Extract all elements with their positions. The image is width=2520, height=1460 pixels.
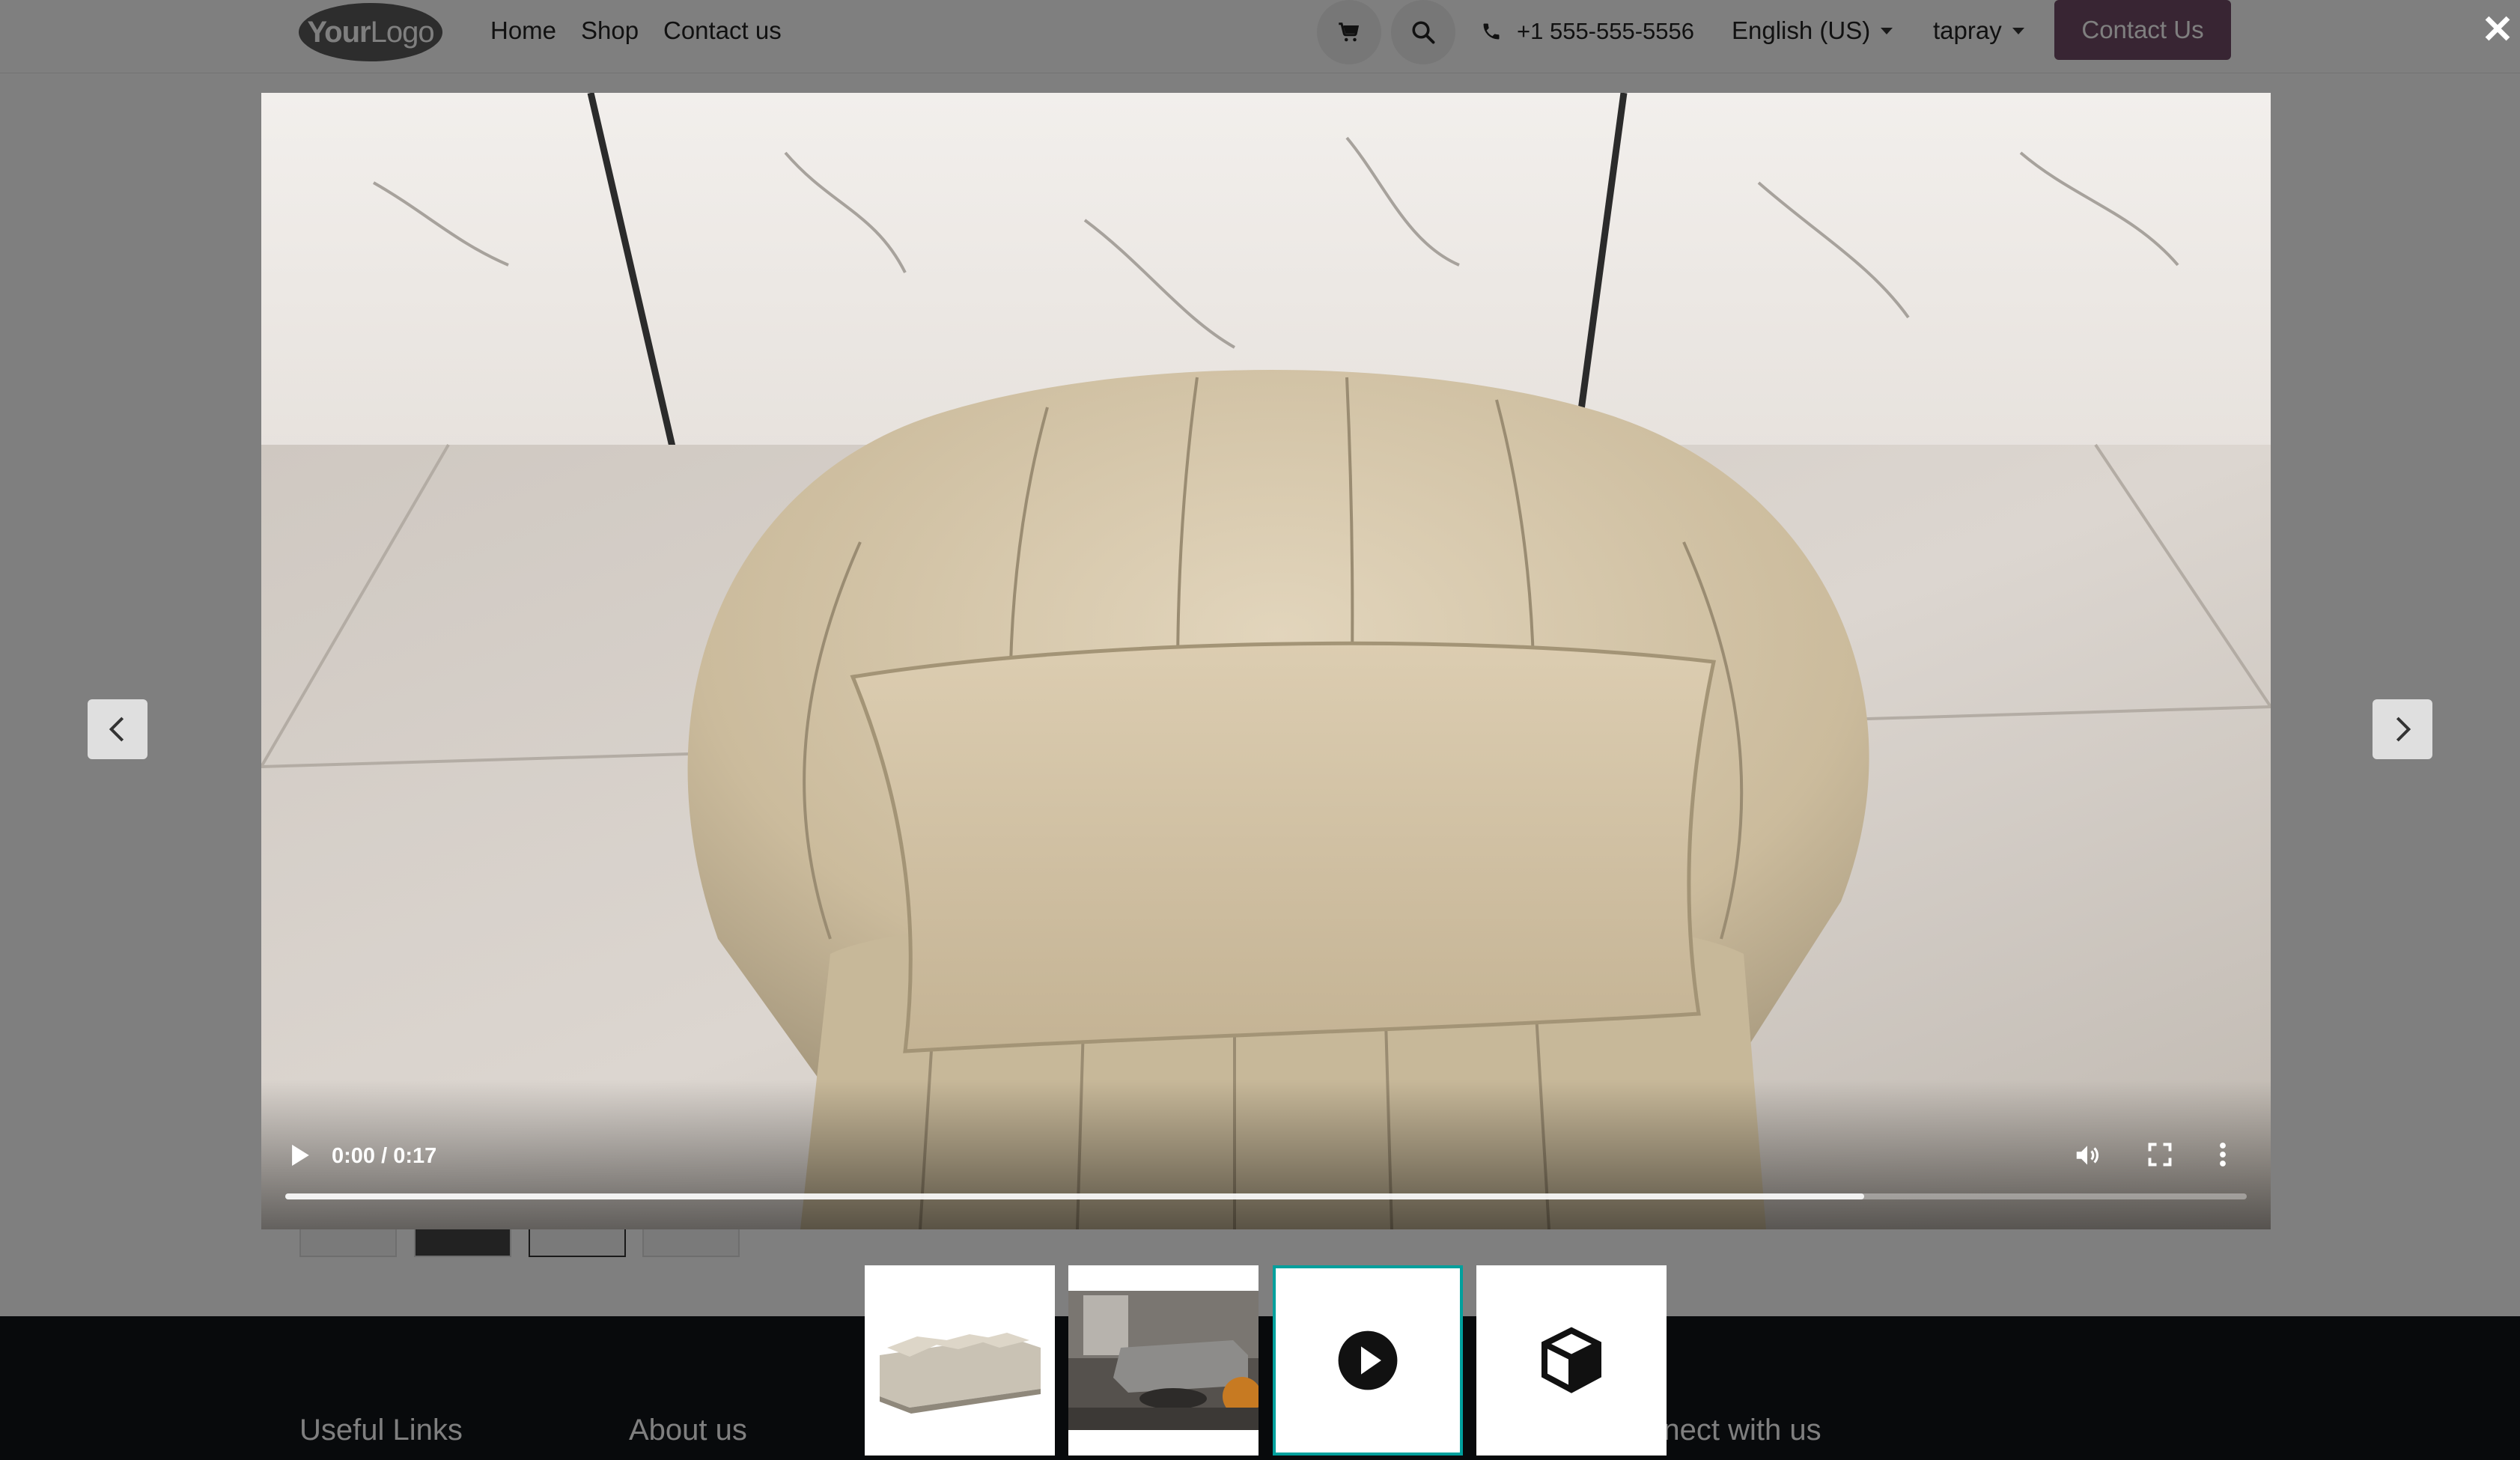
video-progress-bar[interactable]	[285, 1193, 2247, 1199]
video-time: 0:00 / 0:17	[332, 1144, 437, 1168]
thumbnail-living-room-photo[interactable]	[1068, 1265, 1259, 1456]
thumbnail-3d-model[interactable]	[1476, 1265, 1667, 1456]
close-icon[interactable]: ✕	[2481, 10, 2514, 49]
chevron-left-icon	[109, 717, 124, 742]
video-player[interactable]: 0:00 / 0:17	[261, 93, 2271, 1229]
thumbnail-video[interactable]	[1273, 1265, 1463, 1456]
video-frame-armchair	[261, 93, 2271, 1229]
volume-icon	[2076, 1146, 2099, 1165]
play-icon	[292, 1144, 309, 1167]
fullscreen-icon	[2148, 1143, 2172, 1167]
living-room-thumbnail-image	[1068, 1265, 1259, 1456]
thumbnail-3d-inner	[1476, 1265, 1667, 1456]
video-buffered-fill	[285, 1193, 1865, 1199]
cube-icon	[1541, 1327, 1601, 1393]
more-options-icon	[2220, 1143, 2226, 1167]
thumbnail-sofa-photo[interactable]	[865, 1265, 1055, 1456]
next-button[interactable]	[2373, 699, 2432, 759]
chevron-right-icon	[2396, 717, 2411, 742]
fullscreen-button[interactable]	[2146, 1141, 2173, 1172]
play-button[interactable]	[288, 1143, 311, 1172]
thumbnail-video-inner	[1276, 1268, 1460, 1453]
sofa-thumbnail-image	[865, 1265, 1055, 1456]
play-circle-icon	[1338, 1330, 1398, 1390]
prev-button[interactable]	[88, 699, 147, 759]
more-options-button[interactable]	[2218, 1141, 2227, 1172]
video-controls-shade	[261, 1080, 2271, 1229]
mute-button[interactable]	[2073, 1141, 2101, 1173]
